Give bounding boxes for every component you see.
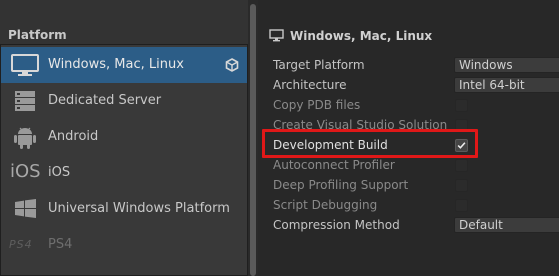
platform-item-windows-mac-linux[interactable]: Windows, Mac, Linux [1,47,247,83]
copy-pdb-files-checkbox[interactable] [455,99,468,112]
server-icon [15,91,35,111]
copy-pdb-files-label: Copy PDB files [273,98,361,112]
target-platform-dropdown[interactable]: Windows [454,57,559,73]
unity-icon [225,58,239,72]
monitor-icon [11,54,39,76]
platform-item-android[interactable]: Android [1,119,247,155]
highlight-box [262,129,478,158]
settings-title: Windows, Mac, Linux [290,29,433,43]
architecture-label: Architecture [273,78,347,92]
dropdown-value: Windows [459,58,513,72]
script-debugging-checkbox[interactable] [455,199,468,212]
dropdown-value: Default [459,218,503,232]
script-debugging-label: Script Debugging [273,198,378,212]
dropdown-value: Intel 64-bit [459,78,525,92]
deep-profiling-support-label: Deep Profiling Support [273,178,409,192]
platform-item-label: PS4 [48,237,73,252]
compression-method-dropdown[interactable]: Default [454,217,559,233]
platform-item-label: Dedicated Server [48,93,162,108]
windows-icon [15,199,36,218]
deep-profiling-support-checkbox[interactable] [455,179,468,192]
autoconnect-profiler-label: Autoconnect Profiler [273,158,395,172]
platform-panel: Platform Windows, Mac, Linux Dedicated S… [0,0,258,276]
platform-list: Windows, Mac, Linux Dedicated Server And… [0,44,248,276]
target-platform-label: Target Platform [273,58,365,72]
platform-item-dedicated-server[interactable]: Dedicated Server [1,83,247,119]
platform-header: Platform [8,28,67,42]
platform-item-ps4[interactable]: PS4 PS4 [1,227,247,263]
autoconnect-profiler-checkbox[interactable] [455,159,468,172]
platform-item-universal-windows-platform[interactable]: Universal Windows Platform [1,191,247,227]
platform-item-label: Windows, Mac, Linux [48,57,184,72]
platform-item-ios[interactable]: iOS iOS [1,155,247,191]
platform-item-label: Universal Windows Platform [48,201,230,216]
monitor-icon [269,29,284,42]
ps4-icon: PS4 [9,238,33,251]
architecture-dropdown[interactable]: Intel 64-bit [454,77,559,93]
ios-icon: iOS [10,161,41,182]
android-icon [14,127,36,149]
platform-item-label: iOS [48,165,71,180]
scrollbar-thumb[interactable] [250,4,256,276]
compression-method-label: Compression Method [273,218,400,232]
platform-item-label: Android [48,129,99,144]
